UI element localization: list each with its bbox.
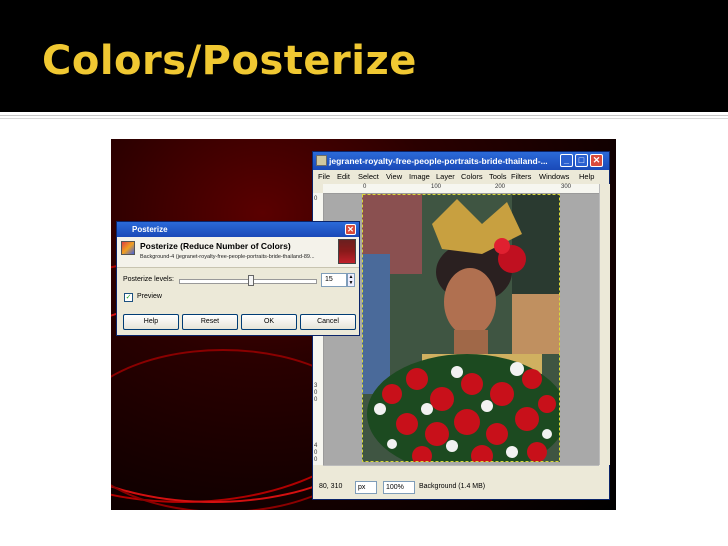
- gimp-app-icon: [316, 155, 327, 166]
- bride-portrait-image: [362, 194, 560, 462]
- reset-button[interactable]: Reset: [182, 314, 238, 330]
- preview-checkbox[interactable]: ✓: [124, 293, 133, 302]
- posterize-levels-slider[interactable]: [179, 275, 317, 286]
- close-button[interactable]: ✕: [590, 154, 603, 167]
- menu-select[interactable]: Select: [358, 172, 379, 181]
- menu-view[interactable]: View: [386, 172, 402, 181]
- layer-thumbnail: [338, 239, 356, 264]
- portrait-photo: [362, 194, 560, 462]
- posterize-levels-label: Posterize levels:: [123, 276, 174, 283]
- gimp-menu-bar: File Edit Select View Image Layer Colors…: [313, 170, 609, 184]
- dialog-close-button[interactable]: ✕: [345, 224, 356, 235]
- dialog-title-bar[interactable]: Posterize ✕: [117, 222, 359, 237]
- menu-file[interactable]: File: [318, 172, 330, 181]
- ruler-label: 3: [314, 383, 318, 389]
- spin-arrows-icon[interactable]: ▲ ▼: [347, 273, 355, 287]
- image-canvas[interactable]: [324, 194, 599, 465]
- maximize-button[interactable]: □: [575, 154, 588, 167]
- ruler-label: 0: [314, 196, 318, 202]
- posterize-levels-input[interactable]: 15: [321, 273, 347, 287]
- menu-windows[interactable]: Windows: [539, 172, 569, 181]
- dialog-header-title: Posterize (Reduce Number of Colors): [140, 241, 291, 251]
- dialog-title: Posterize: [132, 225, 168, 234]
- gimp-title-bar[interactable]: jegranet-royalty-free-people-portraits-b…: [313, 152, 609, 170]
- slider-handle[interactable]: [248, 275, 254, 286]
- dialog-header: Posterize (Reduce Number of Colors) Back…: [117, 237, 359, 268]
- menu-edit[interactable]: Edit: [337, 172, 350, 181]
- menu-layer[interactable]: Layer: [436, 172, 455, 181]
- ruler-label: 0: [314, 397, 318, 403]
- embedded-screenshot: jegranet-royalty-free-people-portraits-b…: [111, 139, 616, 510]
- gimp-status-bar: 80, 310 px 100% Background (1.4 MB): [313, 477, 609, 499]
- ok-button[interactable]: OK: [241, 314, 297, 330]
- ruler-label: 300: [561, 184, 572, 190]
- menu-colors[interactable]: Colors: [461, 172, 483, 181]
- gimp-window-title: jegranet-royalty-free-people-portraits-b…: [329, 156, 548, 166]
- ruler-label: 0: [363, 184, 367, 190]
- ruler-label: 100: [431, 184, 442, 190]
- posterize-dialog: Posterize ✕ Posterize (Reduce Number of …: [116, 221, 360, 336]
- ruler-label: 0: [314, 450, 318, 456]
- menu-filters[interactable]: Filters: [511, 172, 531, 181]
- vertical-scrollbar[interactable]: [599, 184, 610, 465]
- slide-title-bar: Colors/Posterize: [0, 0, 728, 112]
- title-divider-secondary: [0, 118, 728, 119]
- pointer-coordinates: 80, 310: [319, 483, 343, 490]
- horizontal-ruler: 0 100 200 300: [323, 184, 599, 194]
- ruler-label: 4: [314, 443, 318, 449]
- cancel-button[interactable]: Cancel: [300, 314, 356, 330]
- help-button[interactable]: Help: [123, 314, 179, 330]
- title-divider: [0, 115, 728, 116]
- menu-help[interactable]: Help: [579, 172, 594, 181]
- unit-select[interactable]: px: [355, 481, 377, 494]
- menu-tools[interactable]: Tools: [489, 172, 507, 181]
- slide-title: Colors/Posterize: [42, 38, 417, 84]
- horizontal-scrollbar[interactable]: [323, 465, 599, 476]
- ruler-label: 0: [314, 390, 318, 396]
- zoom-select[interactable]: 100%: [383, 481, 415, 494]
- menu-image[interactable]: Image: [409, 172, 430, 181]
- minimize-button[interactable]: _: [560, 154, 573, 167]
- ruler-label: 0: [314, 457, 318, 463]
- dialog-header-subtitle: Background-4 (jegranet-royalty-free-peop…: [140, 254, 315, 260]
- ruler-label: 200: [495, 184, 506, 190]
- layer-info: Background (1.4 MB): [419, 483, 486, 490]
- preview-label: Preview: [137, 293, 162, 300]
- posterize-icon: [121, 241, 135, 255]
